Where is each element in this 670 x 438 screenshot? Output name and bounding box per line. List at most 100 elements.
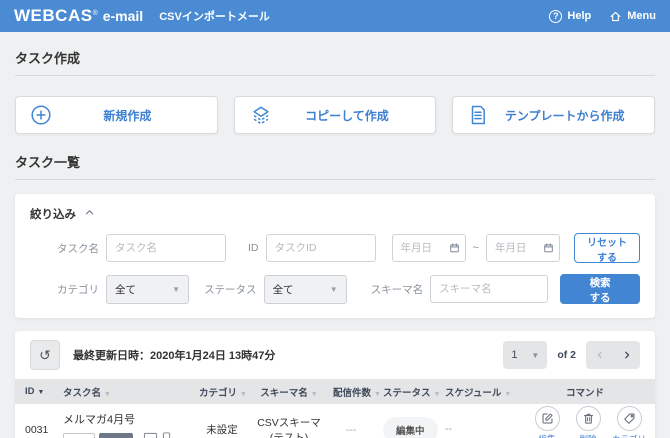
sort-icon[interactable]: ▼ bbox=[374, 391, 381, 398]
schedule-cell: -- bbox=[435, 404, 515, 438]
task-name-text: メルマガ4月号 bbox=[63, 411, 191, 427]
help-link[interactable]: ? Help bbox=[549, 10, 591, 23]
count-cell: --- bbox=[329, 404, 373, 438]
command-label: 削除 bbox=[579, 434, 596, 438]
task-table-body: 0031 メルマガ4月号 TEXT HTML 未設定 CSVスキーマ(テスト) -… bbox=[15, 404, 655, 438]
chevron-down-icon: ▼ bbox=[330, 285, 338, 294]
task-create-title: タスク作成 bbox=[15, 32, 655, 76]
date-separator: ~ bbox=[473, 242, 479, 254]
create-new-button[interactable]: 新規作成 bbox=[15, 96, 218, 134]
page-select[interactable]: 1 ▼ bbox=[503, 341, 547, 369]
status-label: ステータス bbox=[204, 282, 257, 297]
table-row: 0031 メルマガ4月号 TEXT HTML 未設定 CSVスキーマ(テスト) -… bbox=[15, 404, 655, 438]
next-page-button[interactable] bbox=[613, 341, 640, 369]
sort-icon[interactable]: ▼ bbox=[434, 391, 441, 398]
schema-cell: CSVスキーマ(テスト) bbox=[249, 404, 329, 438]
top-bar: WEBCAS® e-mail CSVインポートメール ? Help Menu bbox=[0, 0, 670, 32]
col-header-schema[interactable]: スキーマ名▼ bbox=[249, 379, 329, 404]
schedule-text: -- bbox=[445, 421, 511, 438]
home-icon bbox=[609, 10, 622, 23]
menu-link[interactable]: Menu bbox=[609, 10, 656, 23]
trash-icon bbox=[576, 406, 601, 431]
create-template-button[interactable]: テンプレートから作成 bbox=[452, 96, 655, 134]
logo-suffix: e-mail bbox=[103, 8, 143, 24]
command-edit[interactable]: 編集 bbox=[530, 406, 564, 438]
schema-name-input[interactable] bbox=[430, 275, 548, 303]
date-from-input[interactable] bbox=[392, 234, 466, 262]
create-template-label: テンプレートから作成 bbox=[489, 107, 640, 124]
task-name-label: タスク名 bbox=[57, 241, 99, 256]
command-label: 編集 bbox=[538, 434, 555, 438]
search-button[interactable]: 検索する bbox=[560, 274, 640, 304]
category-label: カテゴリ bbox=[57, 282, 99, 297]
webcas-logo: WEBCAS® e-mail CSVインポートメール bbox=[14, 6, 270, 26]
command-label: カテゴリ設定 bbox=[612, 434, 646, 438]
edit-icon bbox=[535, 406, 560, 431]
reset-button[interactable]: リセットする bbox=[574, 233, 640, 263]
task-name-cell: メルマガ4月号 TEXT HTML bbox=[53, 404, 195, 438]
task-id-label: ID bbox=[248, 242, 259, 254]
tag-icon bbox=[617, 406, 642, 431]
create-buttons-row: 新規作成 コピーして作成 テンプレートから作成 bbox=[15, 96, 655, 134]
sort-desc-icon[interactable]: ▼ bbox=[38, 389, 45, 396]
command-category-setting[interactable]: カテゴリ設定 bbox=[612, 406, 646, 438]
col-header-task-name[interactable]: タスク名▼ bbox=[53, 379, 195, 404]
logo-text: WEBCAS bbox=[14, 6, 93, 26]
col-header-count[interactable]: 配信件数▼ bbox=[329, 379, 373, 404]
pagination: 1 ▼ of 2 bbox=[503, 341, 640, 369]
date-to-input[interactable] bbox=[486, 234, 560, 262]
page-select-value: 1 bbox=[511, 349, 517, 361]
task-table-card: ↺ 最終更新日時：2020年1月24日 13時47分 1 ▼ of 2 bbox=[15, 331, 655, 438]
col-header-command: コマンド bbox=[515, 379, 655, 404]
create-copy-label: コピーして作成 bbox=[273, 107, 422, 124]
command-delete[interactable]: 削除 bbox=[571, 406, 605, 438]
table-header-row: ID▼ タスク名▼ カテゴリ▼ スキーマ名▼ 配信件数▼ ステータス▼ スケジュ… bbox=[15, 379, 655, 404]
category-cell: 未設定 bbox=[195, 404, 249, 438]
create-copy-button[interactable]: コピーして作成 bbox=[234, 96, 437, 134]
status-badge: 編集中 bbox=[383, 417, 438, 438]
app-name: CSVインポートメール bbox=[159, 8, 270, 24]
prev-page-button[interactable] bbox=[586, 341, 613, 369]
desktop-icon bbox=[143, 432, 158, 438]
plus-circle-icon bbox=[30, 104, 52, 126]
mobile-icon bbox=[162, 432, 171, 438]
copy-layers-icon bbox=[249, 103, 273, 127]
registered-mark: ® bbox=[93, 10, 98, 17]
status-cell: 編集中 bbox=[373, 404, 435, 438]
filter-title: 絞り込み bbox=[30, 206, 76, 222]
col-header-category[interactable]: カテゴリ▼ bbox=[195, 379, 249, 404]
filter-panel: 絞り込み タスク名 ID ~ リセットする カテゴリ 全て ▼ bbox=[15, 194, 655, 318]
sort-icon[interactable]: ▼ bbox=[311, 391, 318, 398]
refresh-icon: ↺ bbox=[39, 347, 51, 364]
template-document-icon bbox=[467, 104, 489, 126]
chevron-down-icon: ▼ bbox=[172, 285, 180, 294]
format-badge-html: HTML bbox=[99, 433, 133, 438]
format-badge-text: TEXT bbox=[63, 433, 95, 438]
col-header-schedule[interactable]: スケジュール▼ bbox=[435, 379, 515, 404]
chevron-up-icon bbox=[84, 207, 95, 221]
col-header-id[interactable]: ID▼ bbox=[15, 379, 53, 404]
commands-cell: 編集 削除 カテゴリ設定 bbox=[515, 404, 655, 438]
filter-collapse-toggle[interactable]: 絞り込み bbox=[30, 206, 640, 222]
task-list-title: タスク一覧 bbox=[15, 140, 655, 180]
sort-icon[interactable]: ▼ bbox=[240, 391, 247, 398]
schema-name-label: スキーマ名 bbox=[371, 282, 424, 297]
col-header-status[interactable]: ステータス▼ bbox=[373, 379, 435, 404]
help-label: Help bbox=[567, 10, 591, 22]
task-id-cell: 0031 bbox=[15, 404, 53, 438]
task-table: ID▼ タスク名▼ カテゴリ▼ スキーマ名▼ 配信件数▼ ステータス▼ スケジュ… bbox=[15, 379, 655, 438]
refresh-button[interactable]: ↺ bbox=[30, 340, 60, 370]
menu-label: Menu bbox=[627, 10, 656, 22]
sort-icon[interactable]: ▼ bbox=[504, 391, 511, 398]
help-icon: ? bbox=[549, 10, 562, 23]
status-select-value: 全て bbox=[273, 282, 294, 297]
create-new-label: 新規作成 bbox=[52, 107, 203, 124]
category-select[interactable]: 全て ▼ bbox=[106, 275, 189, 304]
last-updated-text: 最終更新日時：2020年1月24日 13時47分 bbox=[73, 347, 275, 363]
task-name-input[interactable] bbox=[106, 234, 226, 262]
category-select-value: 全て bbox=[115, 282, 136, 297]
task-id-input[interactable] bbox=[266, 234, 376, 262]
status-select[interactable]: 全て ▼ bbox=[264, 275, 347, 304]
chevron-down-icon: ▼ bbox=[531, 351, 539, 360]
sort-icon[interactable]: ▼ bbox=[104, 391, 111, 398]
